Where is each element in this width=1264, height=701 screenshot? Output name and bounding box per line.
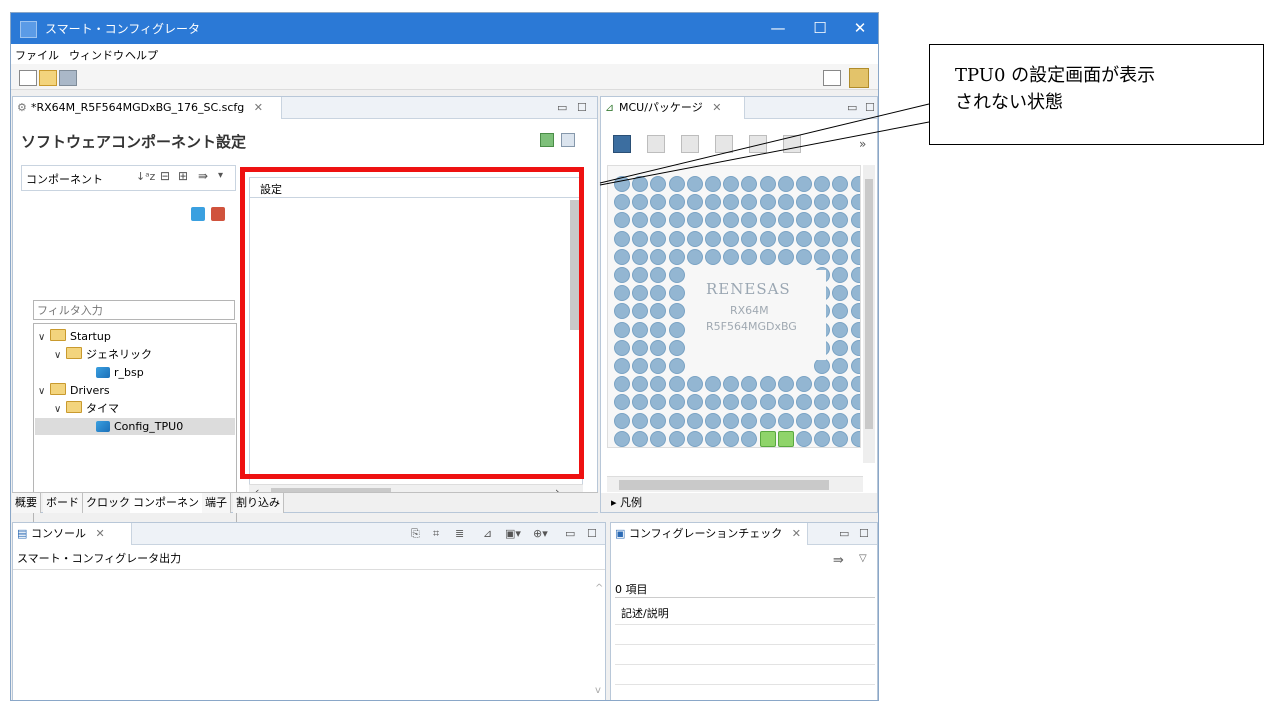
callout-line-upper bbox=[599, 103, 930, 184]
callout-line-lower bbox=[599, 121, 930, 186]
annotation-line-1: TPU0 の設定画面が表示 bbox=[955, 65, 1156, 86]
annotation-line-2: されない状態 bbox=[955, 92, 1063, 113]
annotation-callout: TPU0 の設定画面が表示 されない状態 bbox=[929, 44, 1264, 145]
